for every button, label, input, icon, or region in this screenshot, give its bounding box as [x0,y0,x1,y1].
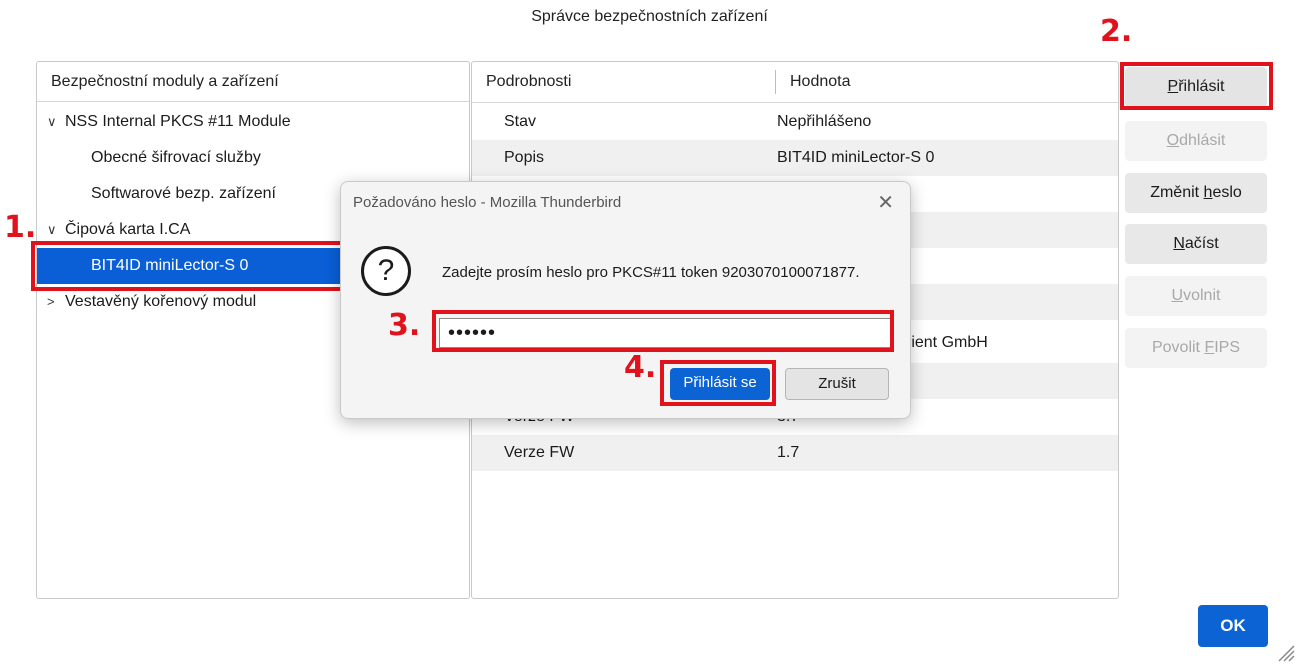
table-row[interactable]: Stav Nepřihlášeno [472,104,1118,140]
cancel-button[interactable]: Zrušit [785,368,889,400]
column-separator[interactable] [775,70,776,94]
row-value: rient GmbH [906,334,988,351]
dialog-title: Požadováno heslo - Mozilla Thunderbird [353,194,622,211]
enable-fips-button[interactable]: Povolit FIPS [1125,328,1267,368]
tree-item-generic-crypto[interactable]: Obecné šifrovací služby [91,140,461,176]
row-key: Verze FW [504,444,575,461]
tree-item-label: Softwarové bezp. zařízení [91,185,276,202]
row-key: Popis [504,149,545,166]
modules-tree-header: Bezpečnostní moduly a zařízení [37,62,469,102]
tree-item-label: NSS Internal PKCS #11 Module [65,113,291,130]
step-label-4: 4. [624,350,657,385]
table-row[interactable]: Popis BIT4ID miniLector-S 0 [472,140,1118,176]
row-value: 1.7 [777,444,800,461]
dialog-message: Zadejte prosím heslo pro PKCS#11 token 9… [442,264,860,281]
table-row[interactable]: Verze FW 1.7 [472,435,1118,471]
unload-button[interactable]: Uvolnit [1125,276,1267,316]
column-header-details[interactable]: Podrobnosti [486,62,571,102]
row-value: BIT4ID miniLector-S 0 [777,149,935,166]
row-key: Stav [504,113,537,130]
tree-item-label: Čipová karta I.CA [65,221,191,238]
step-label-1: 1. [4,210,37,245]
change-password-button[interactable]: Změnit heslo [1125,173,1267,213]
tree-item-label: Obecné šifrovací služby [91,149,261,166]
close-icon[interactable]: ✕ [877,190,894,215]
ok-button[interactable]: OK [1198,605,1268,647]
header-divider [472,102,1118,103]
tree-item-nss-internal[interactable]: ∨ NSS Internal PKCS #11 Module [47,104,467,140]
logout-button[interactable]: Odhlásit [1125,121,1267,161]
column-header-value[interactable]: Hodnota [790,62,851,102]
highlight-password-field [432,310,894,352]
step-label-2: 2. [1100,14,1133,49]
highlight-login-button [1120,62,1273,110]
chevron-down-icon[interactable]: ∨ [47,104,65,140]
load-button[interactable]: Načíst [1125,224,1267,264]
highlight-selected-device [31,241,345,291]
question-icon: ? [361,246,411,296]
tree-item-label: Vestavěný kořenový modul [65,293,257,310]
step-label-3: 3. [388,308,421,343]
resize-grip-icon[interactable] [1273,640,1295,662]
highlight-confirm-button [660,360,776,406]
row-value: Nepřihlášeno [777,113,872,130]
